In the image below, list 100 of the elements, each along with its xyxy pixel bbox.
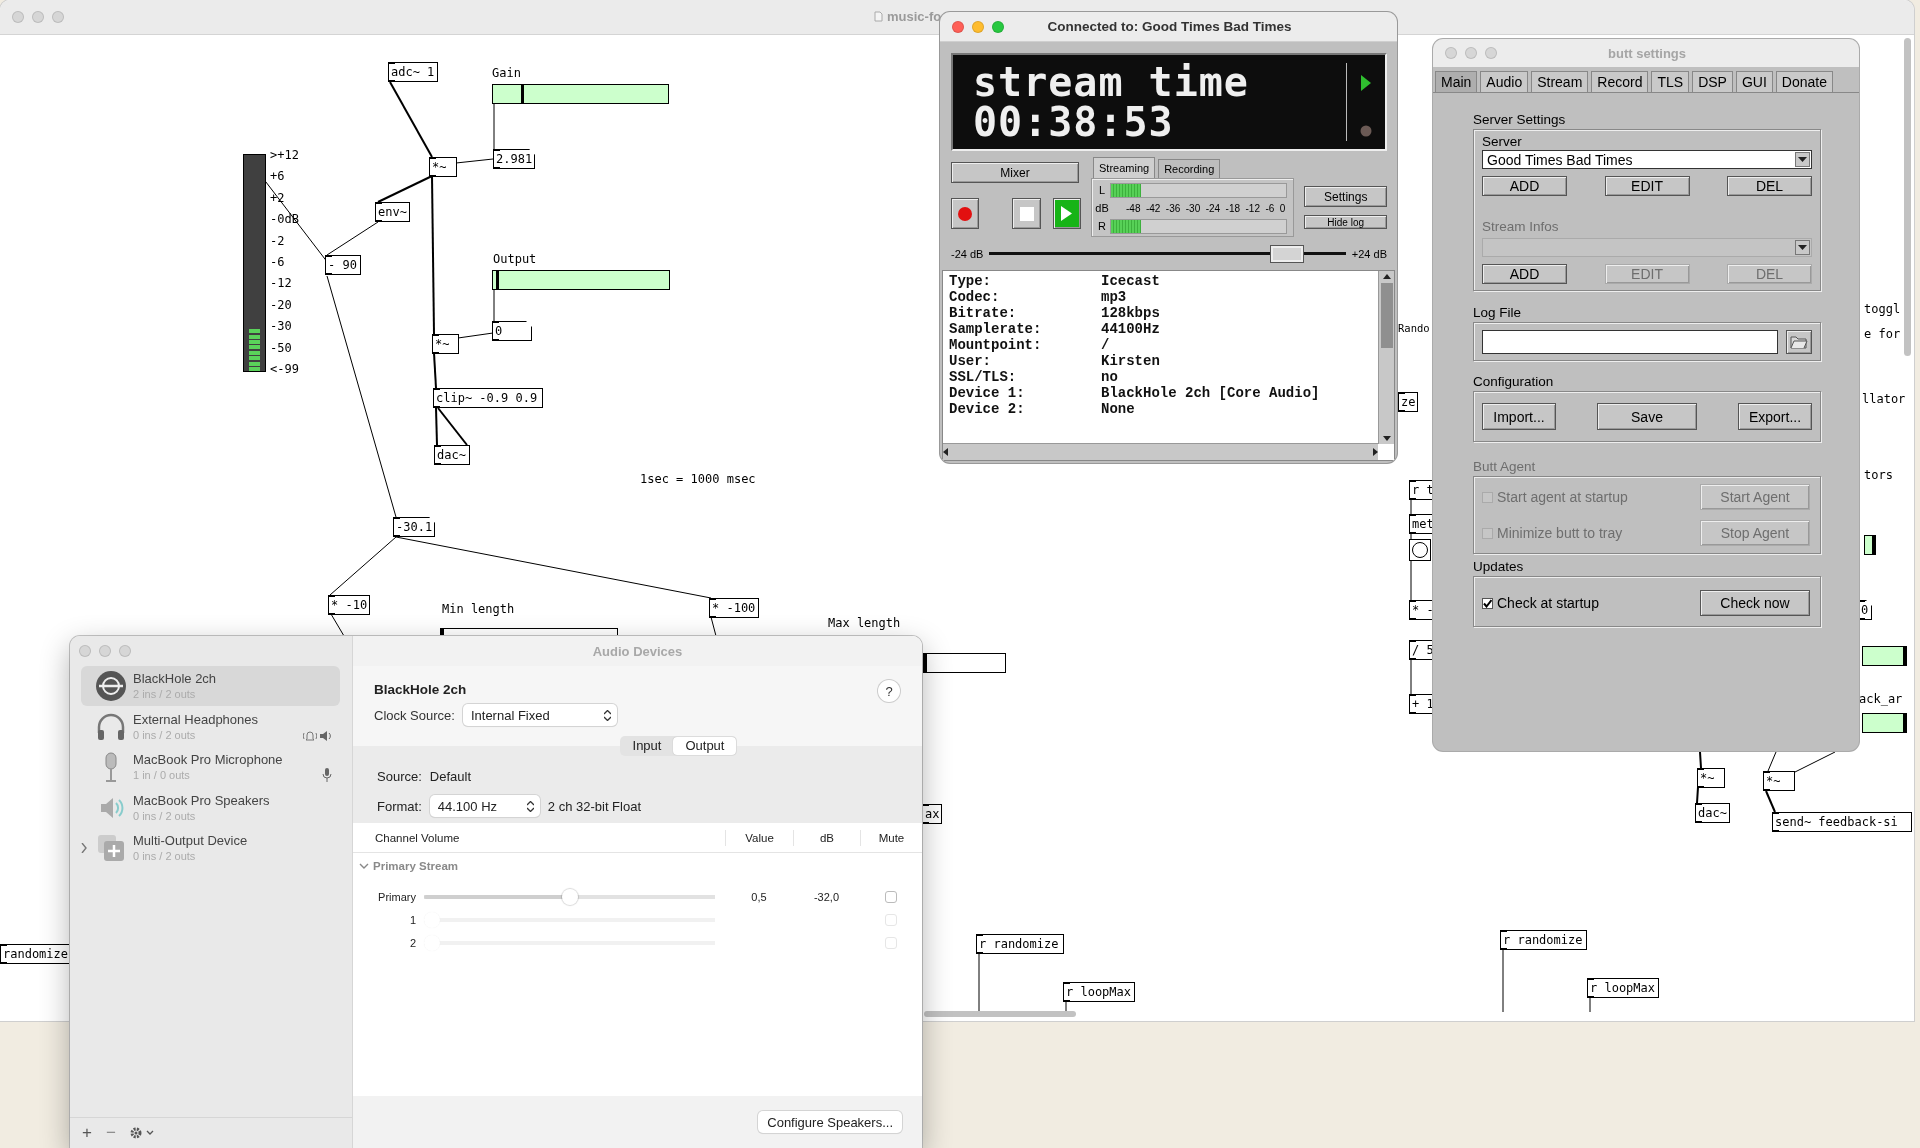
minimize-button[interactable] bbox=[32, 11, 44, 23]
browse-button[interactable] bbox=[1786, 330, 1812, 354]
scrollbar-thumb[interactable] bbox=[1904, 38, 1911, 356]
tab[interactable]: Recording bbox=[1158, 159, 1221, 178]
button[interactable]: ADD bbox=[1482, 264, 1567, 284]
log-value: BlackHole 2ch [Core Audio] bbox=[1101, 385, 1320, 401]
comment: Rando bbox=[1398, 321, 1430, 336]
close-button[interactable] bbox=[12, 11, 24, 23]
button[interactable]: Export... bbox=[1738, 403, 1812, 430]
number-box[interactable]: 2.981 bbox=[493, 149, 536, 169]
number-box[interactable]: 0 bbox=[492, 321, 532, 341]
stop-icon bbox=[1019, 206, 1034, 221]
vertical-scrollbar[interactable] bbox=[1378, 271, 1394, 444]
button[interactable]: DEL bbox=[1727, 176, 1812, 196]
tab[interactable]: Stream bbox=[1531, 71, 1589, 92]
hide-log-button[interactable]: Hide log bbox=[1304, 215, 1387, 229]
segment-tab[interactable]: Input bbox=[620, 737, 674, 755]
record-button[interactable] bbox=[951, 198, 980, 229]
button[interactable]: Save bbox=[1597, 403, 1697, 430]
close-button[interactable] bbox=[1445, 47, 1457, 59]
settings-button[interactable]: Settings bbox=[1304, 186, 1387, 207]
configure-speakers-button[interactable]: Configure Speakers... bbox=[758, 1111, 902, 1133]
tab[interactable]: Audio bbox=[1480, 71, 1529, 92]
gear-menu-icon[interactable] bbox=[129, 1127, 154, 1139]
help-button[interactable]: ? bbox=[878, 680, 900, 702]
slider-thumb[interactable] bbox=[561, 888, 578, 905]
zoom-button[interactable] bbox=[992, 20, 1004, 33]
pd-object[interactable]: adc~ 1 bbox=[388, 62, 438, 82]
pd-object[interactable]: *~ bbox=[432, 334, 459, 354]
mute-checkbox[interactable] bbox=[885, 890, 897, 903]
pd-object[interactable]: * -100 bbox=[709, 598, 759, 618]
hslider[interactable] bbox=[1862, 713, 1907, 733]
tab[interactable]: Record bbox=[1591, 71, 1649, 92]
pd-object[interactable]: - 90 bbox=[325, 255, 361, 275]
pd-object[interactable]: r loopMax bbox=[1587, 978, 1659, 998]
hslider[interactable] bbox=[1864, 535, 1876, 555]
tab[interactable]: DSP bbox=[1692, 71, 1733, 92]
tab[interactable]: Main bbox=[1435, 71, 1478, 92]
hslider[interactable] bbox=[923, 653, 1006, 673]
mixer-button[interactable]: Mixer bbox=[951, 162, 1079, 183]
scrollbar-thumb[interactable] bbox=[924, 1011, 1076, 1017]
zoom-button[interactable] bbox=[119, 645, 131, 657]
close-button[interactable] bbox=[952, 20, 964, 33]
pd-object[interactable]: randomize bbox=[0, 944, 72, 964]
pd-object[interactable]: r randomize bbox=[976, 934, 1064, 954]
log-label: Samplerate: bbox=[949, 321, 1043, 337]
tab[interactable]: Streaming bbox=[1093, 157, 1156, 178]
pd-object[interactable]: dac~ bbox=[1695, 803, 1730, 823]
disclosure-chevron-icon[interactable] bbox=[81, 843, 87, 853]
button[interactable]: EDIT bbox=[1604, 176, 1690, 196]
button[interactable]: Import... bbox=[1482, 403, 1556, 430]
segment-tab[interactable]: Output bbox=[673, 737, 737, 755]
meter-scale-label: -0dB bbox=[270, 212, 299, 227]
clock-source-select[interactable]: Internal Fixed bbox=[462, 704, 617, 726]
checkbox[interactable] bbox=[1482, 597, 1493, 609]
tab[interactable]: Donate bbox=[1775, 71, 1833, 92]
bang-button[interactable] bbox=[1409, 539, 1431, 561]
slider-thumb[interactable] bbox=[1269, 245, 1304, 263]
pd-object[interactable]: *~ bbox=[1697, 768, 1725, 788]
pd-object[interactable]: ax bbox=[922, 804, 943, 824]
button[interactable]: ADD bbox=[1482, 176, 1567, 196]
slider-knob[interactable] bbox=[1903, 647, 1906, 665]
channel-label: Primary bbox=[377, 890, 416, 903]
tab[interactable]: GUI bbox=[1735, 71, 1773, 92]
play-button[interactable] bbox=[1052, 198, 1081, 229]
pd-object[interactable]: r loopMax bbox=[1063, 982, 1135, 1002]
pd-object[interactable]: r randomize bbox=[1500, 930, 1587, 950]
pd-object[interactable]: clip~ -0.9 0.9 bbox=[433, 388, 543, 408]
log-file-field[interactable] bbox=[1482, 330, 1778, 354]
patch-cord bbox=[1696, 786, 1699, 804]
button[interactable]: Check now bbox=[1700, 590, 1810, 616]
pd-object[interactable]: dac~ bbox=[434, 445, 470, 465]
horizontal-scrollbar[interactable] bbox=[943, 443, 1378, 460]
pd-object[interactable]: *~ bbox=[1763, 771, 1795, 791]
pd-object[interactable]: *~ bbox=[429, 157, 457, 177]
tab[interactable]: TLS bbox=[1651, 71, 1690, 92]
slider-knob[interactable] bbox=[924, 654, 927, 672]
hslider[interactable] bbox=[492, 84, 669, 104]
slider-knob[interactable] bbox=[520, 85, 524, 103]
close-button[interactable] bbox=[79, 645, 91, 657]
slider-knob[interactable] bbox=[496, 271, 500, 289]
hslider[interactable] bbox=[492, 270, 670, 290]
number-box[interactable]: -30.1 bbox=[393, 517, 436, 537]
pd-object[interactable]: ze bbox=[1398, 392, 1419, 412]
slider-knob[interactable] bbox=[1903, 714, 1906, 732]
format-select[interactable]: 44.100 Hz bbox=[429, 795, 540, 817]
field-label: Source: bbox=[377, 768, 422, 784]
minimize-button[interactable] bbox=[1465, 47, 1477, 59]
server-dropdown[interactable]: Good Times Bad Times bbox=[1482, 150, 1812, 169]
zoom-button[interactable] bbox=[52, 11, 64, 23]
minimize-button[interactable] bbox=[972, 20, 984, 33]
minimize-button[interactable] bbox=[99, 645, 111, 657]
hslider[interactable] bbox=[1862, 646, 1907, 666]
zoom-button[interactable] bbox=[1485, 47, 1497, 59]
toolbar-button[interactable]: + bbox=[82, 1123, 92, 1143]
pd-object[interactable]: * -10 bbox=[328, 595, 371, 615]
pd-object[interactable]: send~ feedback-si bbox=[1772, 812, 1912, 832]
stop-button[interactable] bbox=[1012, 198, 1041, 229]
pd-object[interactable]: env~ bbox=[375, 202, 410, 222]
slider-knob[interactable] bbox=[1872, 536, 1875, 554]
